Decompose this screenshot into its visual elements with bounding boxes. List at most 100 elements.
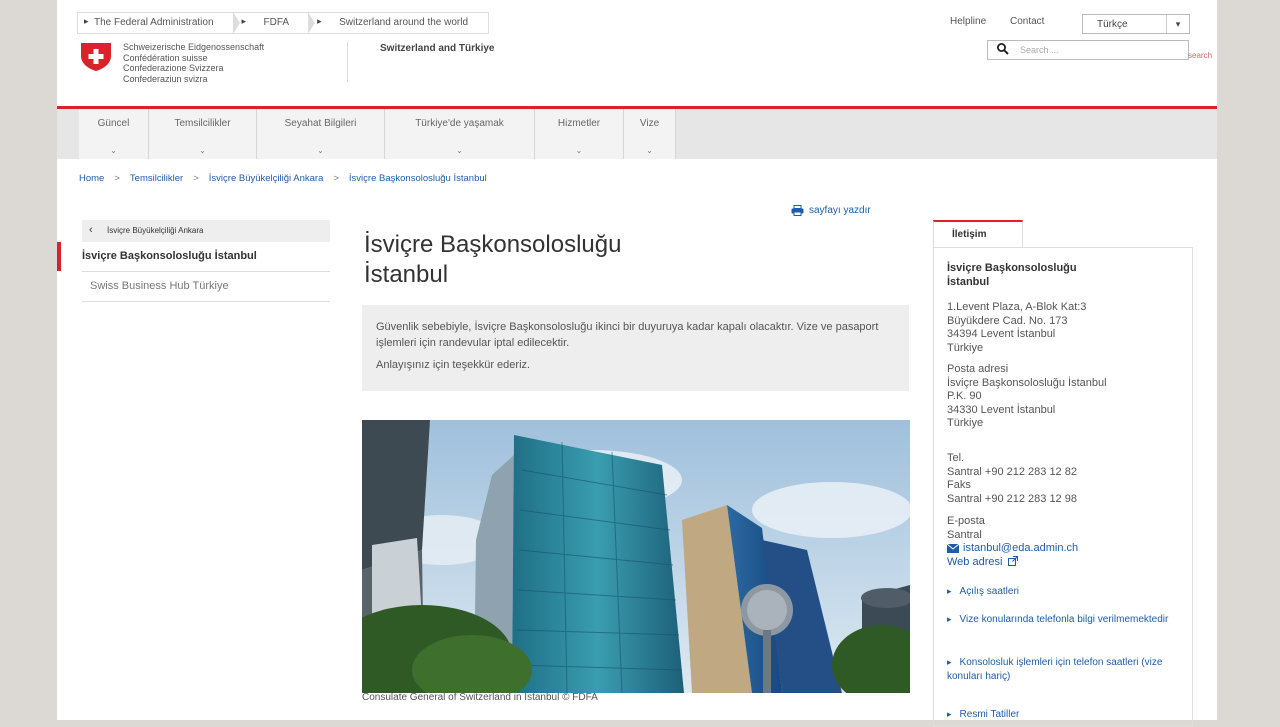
consulate-name-line-2: İstanbul — [947, 275, 990, 288]
notice-text: Güvenlik sebebiyle, İsviçre Başkonsolosl… — [376, 321, 879, 349]
search-input[interactable]: Search ... search — [987, 40, 1212, 60]
site-title[interactable]: Switzerland and Türkiye — [380, 43, 494, 54]
email-link[interactable]: istanbul@eda.admin.ch — [946, 542, 1079, 556]
nav-item-label: Seyahat Bilgileri — [284, 118, 357, 129]
subnav-item-active[interactable]: İsviçre Başkonsolosluğu İstanbul — [57, 242, 330, 271]
postal-label: Posta adresi — [947, 363, 1009, 375]
language-select-value: Türkçe — [1097, 19, 1128, 30]
chevron-down-icon: ⌄ — [575, 146, 583, 155]
subnav-back-link[interactable]: ‹ İsviçre Büyükelçiliği Ankara — [82, 220, 330, 242]
print-page-label: sayfayı yazdır — [809, 205, 871, 217]
arrow-right-icon: ▸ — [947, 709, 952, 719]
breadcrumb-temsilcilikler[interactable]: Temsilcilikler — [130, 173, 183, 184]
link-label: Resmi Tatiller — [959, 709, 1020, 720]
address-line: 34394 Levent İstanbul — [947, 328, 1056, 340]
email-label: E-posta — [947, 515, 985, 527]
email-sub-label: Santral — [947, 528, 982, 541]
confederation-fr: Confédération suisse — [123, 52, 208, 63]
top-nav-switzerland-around-world[interactable]: Switzerland around the world — [309, 13, 488, 33]
address-line: 1.Levent Plaza, A-Blok Kat:3 — [947, 301, 1087, 313]
nav-item-label: Temsilcilikler — [174, 118, 231, 129]
address-line: Büyükdere Cad. No. 173 — [947, 314, 1068, 327]
helpline-link[interactable]: Helpline — [950, 16, 986, 27]
subnav-item-swiss-business-hub[interactable]: Swiss Business Hub Türkiye — [90, 280, 229, 292]
confederation-it: Confederazione Svizzera — [123, 63, 224, 73]
nav-item-label: Hizmetler — [557, 118, 601, 129]
link-opening-hours[interactable]: ▸ Açılış saatleri — [947, 584, 1019, 599]
print-page-link[interactable]: sayfayı yazdır — [791, 205, 871, 216]
tab-iletisim[interactable]: İletişim — [933, 220, 1023, 248]
consulate-name: İsviçre Başkonsolosluğu İstanbul — [947, 262, 1077, 289]
confederation-rm: Confederaziun svizra — [123, 73, 208, 84]
arrow-right-icon: ▸ — [947, 614, 952, 624]
search-placeholder: Search ... — [1020, 45, 1059, 55]
page-title-line-1: İsviçre Başkonsolosluğu — [364, 231, 622, 258]
nav-item-turkiyede-yasamak[interactable]: Türkiye'de yaşamak ⌄ — [385, 109, 535, 159]
arrow-right-icon: ▸ — [947, 657, 952, 667]
fax-label: Faks — [947, 479, 971, 491]
swiss-shield-logo[interactable] — [79, 42, 113, 72]
breadcrumb-home[interactable]: Home — [79, 173, 104, 184]
external-link-icon — [1007, 555, 1018, 566]
page-title: İsviçre Başkonsolosluğu İstanbul — [364, 230, 744, 290]
link-consular-phone-hours[interactable]: ▸ Konsolosluk işlemleri için telefon saat… — [947, 655, 1182, 684]
postal-line: P.K. 90 — [947, 390, 982, 402]
nav-item-vize[interactable]: Vize ⌄ — [624, 109, 676, 159]
subnav-back-label: İsviçre Büyükelçiliği Ankara — [107, 226, 204, 235]
address-line: Türkiye — [947, 341, 984, 354]
header-divider — [347, 42, 348, 82]
breadcrumb-separator: > — [114, 173, 120, 184]
link-visa-phone-info[interactable]: ▸ Vize konularında telefonla bilgi verilm… — [947, 612, 1182, 627]
page: The Federal Administration FDFA Switzerl… — [57, 0, 1217, 727]
email-address: istanbul@eda.admin.ch — [963, 542, 1079, 554]
chevron-down-icon: ⌄ — [110, 146, 117, 155]
breadcrumb-separator: > — [193, 173, 199, 184]
website-link[interactable]: Web adresi — [947, 555, 1078, 570]
chevron-down-icon: ▾ — [1166, 15, 1189, 33]
phone-block: Tel. Santral +90 212 283 12 82 Faks Sant… — [947, 452, 1077, 506]
language-select[interactable]: Türkçe ▾ — [1082, 14, 1190, 34]
subnav-item-label: İsviçre Başkonsolosluğu İstanbul — [82, 250, 257, 262]
breadcrumb: Home > Temsilcilikler > İsviçre Büyükelç… — [79, 173, 487, 184]
notice-thanks: Anlayışınız için teşekkür ederiz. — [376, 359, 531, 371]
printer-icon — [791, 205, 804, 216]
confederation-names: Schweizerische Eidgenossenschaft Confédé… — [123, 42, 264, 84]
breadcrumb-current[interactable]: İsviçre Başkonsolosluğu İstanbul — [349, 173, 487, 184]
security-notice: Güvenlik sebebiyle, İsviçre Başkonsolosl… — [362, 305, 909, 391]
federal-top-nav: The Federal Administration FDFA Switzerl… — [77, 12, 490, 34]
tel-number: Santral +90 212 283 12 82 — [947, 465, 1077, 478]
nav-item-seyahat-bilgileri[interactable]: Seyahat Bilgileri ⌄ — [257, 109, 385, 159]
search-button[interactable]: search — [1188, 51, 1212, 60]
consulate-name-line-1: İsviçre Başkonsolosluğu — [947, 262, 1077, 274]
nav-item-hizmetler[interactable]: Hizmetler ⌄ — [535, 109, 624, 159]
link-label: Vize konularında telefonla bilgi verilme… — [959, 614, 1169, 625]
subnav-divider — [82, 271, 330, 272]
top-nav-federal-administration[interactable]: The Federal Administration — [78, 12, 240, 34]
postal-line: 34330 Levent İstanbul — [947, 403, 1056, 416]
website-label: Web adresi — [947, 555, 1003, 568]
chevron-down-icon: ⌄ — [317, 146, 324, 155]
consulate-building-photo — [362, 420, 910, 693]
confederation-de: Schweizerische Eidgenossenschaft — [123, 42, 265, 52]
chevron-left-icon: ‹ — [89, 224, 93, 236]
main-nav: Güncel ⌄ Temsilcilikler ⌄ Seyahat Bilgil… — [57, 109, 1217, 159]
contact-link[interactable]: Contact — [1010, 16, 1044, 27]
subnav-divider — [82, 301, 330, 302]
chevron-down-icon: ⌄ — [646, 146, 653, 155]
chevron-down-icon: ⌄ — [199, 146, 206, 155]
nav-item-guncel[interactable]: Güncel ⌄ — [79, 109, 149, 159]
photo-caption: Consulate General of Switzerland in Ista… — [362, 692, 598, 703]
tel-label: Tel. — [947, 452, 965, 464]
tab-label: İletişim — [952, 229, 987, 240]
nav-item-label: Güncel — [97, 118, 130, 129]
contact-box: İsviçre Başkonsolosluğu İstanbul 1.Leven… — [933, 247, 1193, 727]
postal-address: Posta adresi İsviçre Başkonsolosluğu İst… — [947, 363, 1107, 431]
page-title-line-2: İstanbul — [364, 261, 449, 288]
nav-item-temsilcilikler[interactable]: Temsilcilikler ⌄ — [149, 109, 257, 159]
street-address: 1.Levent Plaza, A-Blok Kat:3 Büyükdere C… — [947, 301, 1086, 355]
envelope-icon — [946, 543, 960, 553]
breadcrumb-ankara[interactable]: İsviçre Büyükelçiliği Ankara — [209, 173, 324, 184]
top-nav-fdfa[interactable]: FDFA — [234, 12, 315, 34]
postal-line: İsviçre Başkonsolosluğu İstanbul — [947, 376, 1107, 389]
nav-item-label: Türkiye'de yaşamak — [415, 118, 504, 129]
